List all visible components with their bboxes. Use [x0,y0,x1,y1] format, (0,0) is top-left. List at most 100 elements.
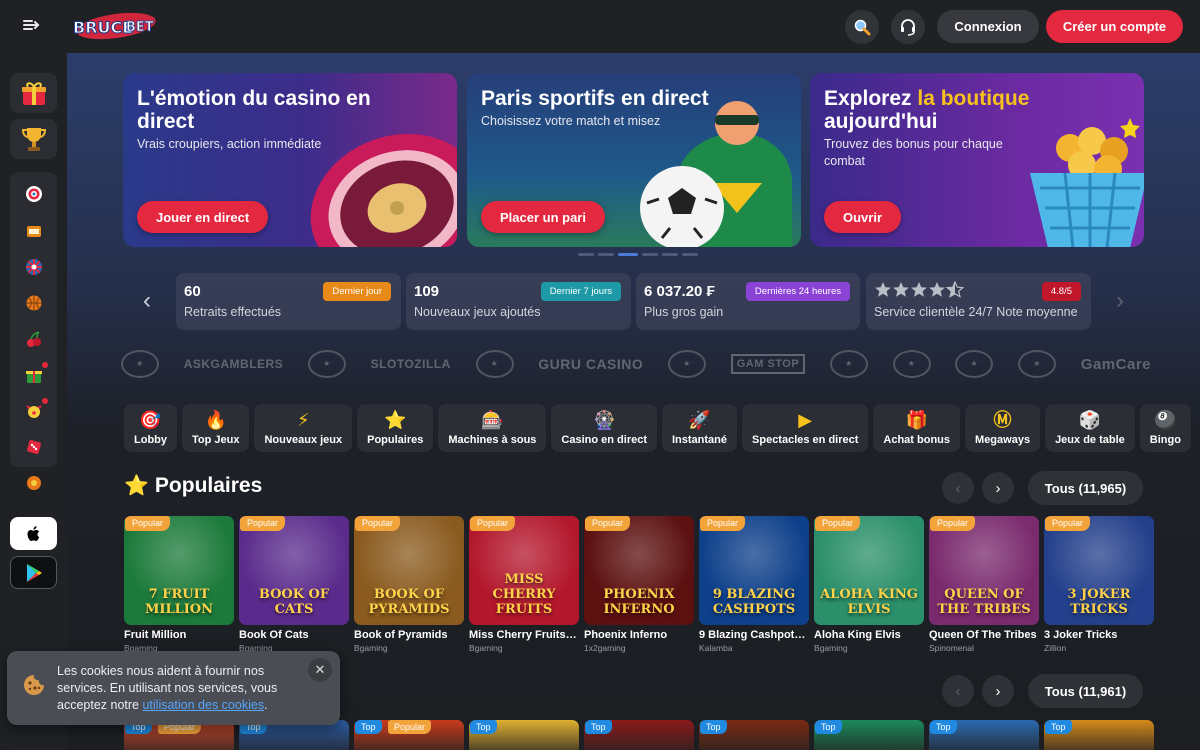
game-thumbnail[interactable]: Popular PHOENIX INFERNO [584,516,694,625]
game-thumbnail[interactable]: Popular BOOK OF CATS [239,516,349,625]
category-live-casino[interactable]: 🎡 Casino en direct [551,404,657,452]
game-name[interactable]: Queen Of The Tribes [929,629,1039,641]
trophy-icon[interactable] [10,119,57,159]
banner-live-casino[interactable]: L'émotion du casino en direct Vrais crou… [123,73,457,247]
game-thumbnail[interactable]: Popular 9 BLAZING CASHPOTS [699,516,809,625]
category-lobby[interactable]: 🎯 Lobby [124,404,177,452]
cherry-icon[interactable] [10,321,57,357]
gift-icon[interactable] [10,73,57,113]
game-card[interactable]: Top [699,720,809,750]
dice-icon[interactable] [10,429,57,465]
game-card[interactable]: Popular QUEEN OF THE TRIBES Queen Of The T… [929,516,1039,653]
roulette-icon[interactable] [10,249,57,285]
game-provider: Bgaming [814,643,848,653]
carousel-dot[interactable] [642,253,658,256]
carousel-dot[interactable] [662,253,678,256]
game-thumbnail[interactable]: Popular 7 FRUIT MILLION [124,516,234,625]
game-name[interactable]: Phoenix Inferno [584,629,694,641]
popular-badge: Popular [815,516,861,531]
gift-box-icon[interactable] [10,357,57,393]
search-icon[interactable] [845,10,879,44]
chevron-left-icon[interactable]: ‹ [137,289,157,313]
blossom-icon[interactable] [10,465,57,501]
game-thumbnail[interactable]: Popular BOOK OF PYRAMIDS [354,516,464,625]
chevron-right-icon[interactable]: › [1110,289,1130,313]
rating-badge: 4.8/5 [1041,282,1081,301]
game-art-title: QUEEN OF THE TRIBES [937,587,1031,617]
game-name[interactable]: Fruit Million [124,629,234,641]
game-card[interactable]: Top [929,720,1039,750]
open-shop-button[interactable]: Ouvrir [824,201,902,233]
game-thumbnail[interactable]: Popular MISS CHERRY FRUITS [469,516,579,625]
banner-shop[interactable]: Explorez la boutique aujourd'hui Trouvez … [810,73,1144,247]
next-page-button[interactable]: › [982,675,1014,707]
stat-period-badge: Dernier 7 jours [540,282,621,301]
view-all-button[interactable]: Tous (11,961) [1028,674,1143,708]
close-icon[interactable]: ✕ [308,658,332,682]
game-thumbnail[interactable]: Popular 3 JOKER TRICKS [1044,516,1154,625]
game-card[interactable]: Top [469,720,579,750]
banner-title: Explorez la boutique aujourd'hui [824,87,1030,133]
game-card[interactable]: Popular 9 BLAZING CASHPOTS 9 Blazing Cashp… [699,516,809,653]
award-badge-icon: ★ [1018,350,1057,378]
game-card[interactable]: Popular 3 JOKER TRICKS 3 Joker Tricks Zilli… [1044,516,1154,653]
carousel-dot[interactable] [578,253,594,256]
main-content: L'émotion du casino en direct Vrais crou… [67,53,1200,750]
next-page-button[interactable]: › [982,472,1014,504]
game-card[interactable]: Popular BOOK OF PYRAMIDS Book of Pyramids B… [354,516,464,653]
cookie-policy-link[interactable]: utilisation des cookies [142,698,264,712]
support-headset-icon[interactable] [891,10,925,44]
category-live-shows[interactable]: ▶ Spectacles en direct [742,404,869,452]
game-provider: Zillion [1044,643,1067,653]
category-bonus-buy[interactable]: 🎁 Achat bonus [873,404,961,452]
category-popular[interactable]: ⭐ Populaires [357,404,434,452]
prev-page-button[interactable]: ‹ [942,675,974,707]
carousel-dot[interactable] [682,253,698,256]
category-instant[interactable]: 🚀 Instantané [662,404,738,452]
menu-toggle-icon[interactable] [22,16,44,36]
game-name[interactable]: 9 Blazing Cashpots ... [699,629,809,641]
brand-logo[interactable]: BRUCE BET [70,9,158,43]
game-card[interactable]: Popular MISS CHERRY FRUITS Miss Cherry Fru… [469,516,579,653]
game-card[interactable]: Top [584,720,694,750]
game-card[interactable]: Top Popular [354,720,464,750]
register-button[interactable]: Créer un compte [1046,10,1183,43]
game-card[interactable]: Top [814,720,924,750]
clown-icon[interactable] [10,393,57,429]
game-card[interactable]: Popular BOOK OF CATS Book Of Cats Bgaming [239,516,349,653]
login-button[interactable]: Connexion [937,10,1039,43]
banner-sports-betting[interactable]: Paris sportifs en direct Choisissez votr… [467,73,801,247]
slot-machine-icon[interactable] [10,213,57,249]
game-name[interactable]: Miss Cherry Fruits J... [469,629,579,641]
google-play-icon[interactable] [10,556,57,589]
basketball-icon[interactable] [10,285,57,321]
game-thumbnail[interactable]: Popular QUEEN OF THE TRIBES [929,516,1039,625]
category-slots[interactable]: 🎰 Machines à sous [438,404,547,452]
category-label: Casino en direct [561,434,647,446]
category-table-games[interactable]: 🎲 Jeux de table [1045,404,1135,452]
game-name[interactable]: Book of Pyramids [354,629,464,641]
category-bingo[interactable]: 🎱 Bingo [1139,404,1191,452]
popular-badge: Popular [930,516,976,531]
view-all-button[interactable]: Tous (11,965) [1028,471,1143,505]
game-card[interactable]: Popular PHOENIX INFERNO Phoenix Inferno 1x2… [584,516,694,653]
category-top-games[interactable]: 🔥 Top Jeux [182,404,250,452]
game-card[interactable]: Top [1044,720,1154,750]
target-icon[interactable] [10,176,57,212]
place-bet-button[interactable]: Placer un pari [481,201,605,233]
game-thumbnail[interactable]: Popular ALOHA KING ELVIS [814,516,924,625]
carousel-dot-active[interactable] [618,253,638,256]
game-provider: Bgaming [469,643,503,653]
play-live-button[interactable]: Jouer en direct [137,201,269,233]
carousel-dot[interactable] [598,253,614,256]
game-card[interactable]: Popular 7 FRUIT MILLION Fruit Million Bgami… [124,516,234,653]
prev-page-button[interactable]: ‹ [942,472,974,504]
category-megaways[interactable]: Ⓜ Megaways [965,404,1041,452]
apple-icon[interactable] [10,517,57,550]
game-name[interactable]: 3 Joker Tricks [1044,629,1154,641]
game-name[interactable]: Aloha King Elvis [814,629,924,641]
game-card[interactable]: Popular ALOHA KING ELVIS Aloha King Elvis B… [814,516,924,653]
game-name[interactable]: Book Of Cats [239,629,349,641]
stat-withdrawals: 60 Retraits effectués Dernier jour [176,273,401,330]
category-new-games[interactable]: ⚡ Nouveaux jeux [254,404,353,452]
